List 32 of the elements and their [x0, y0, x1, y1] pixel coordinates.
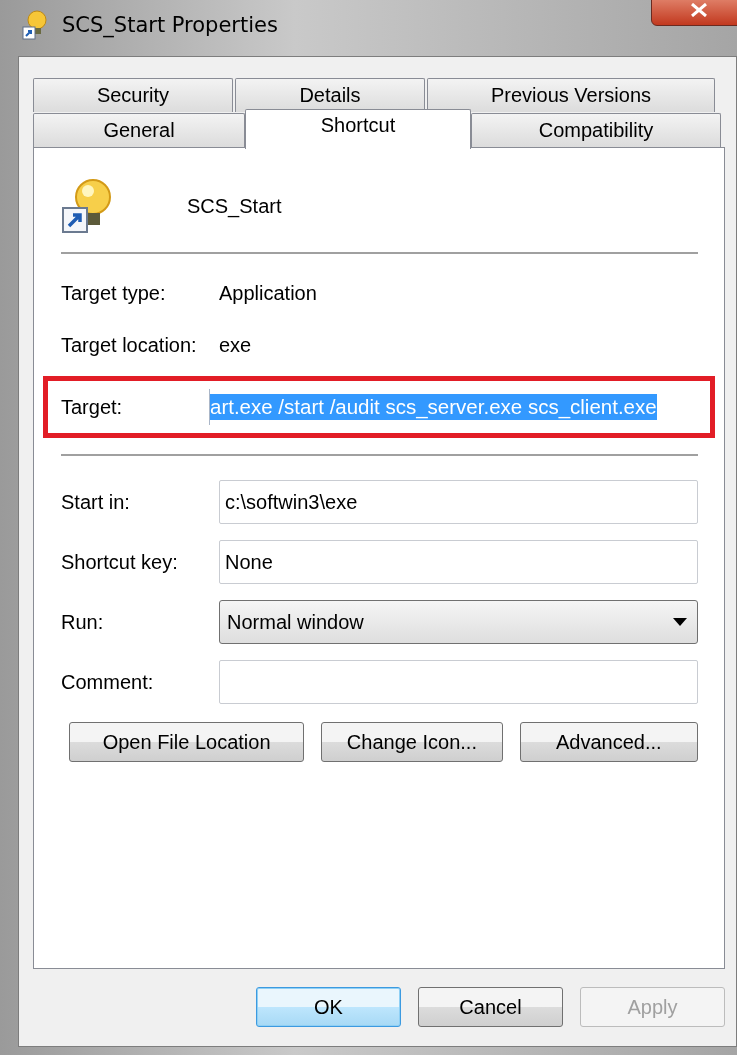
action-button[interactable]: Advanced... — [519, 722, 698, 762]
tab[interactable]: Previous Versions — [427, 78, 715, 112]
input-field[interactable]: c:\softwin3\exe — [219, 480, 698, 524]
tab[interactable]: General — [33, 113, 245, 147]
close-icon — [690, 3, 708, 17]
tab[interactable]: Security — [33, 78, 233, 112]
dialog-button[interactable]: OK — [256, 987, 401, 1027]
tab[interactable]: Shortcut — [245, 109, 471, 149]
field-label: Run: — [61, 610, 105, 634]
field-label: Shortcut key: — [61, 550, 179, 574]
lightbulb-shortcut-icon — [61, 177, 113, 235]
dialog-button[interactable]: Cancel — [418, 987, 563, 1027]
input-field[interactable]: None — [219, 540, 698, 584]
caret-icon — [673, 618, 687, 626]
action-button[interactable]: Change Icon... — [321, 722, 503, 762]
close-button[interactable] — [651, 0, 737, 26]
target-text: art.exe /start /audit scs_server.exe scs_client.exe — [210, 394, 657, 420]
field-label: Target type: — [61, 281, 167, 305]
field-label: Start in: — [61, 490, 131, 514]
dropdown[interactable]: Normal window — [219, 600, 698, 644]
tab[interactable]: Details — [235, 78, 425, 112]
tab[interactable]: Compatibility — [471, 113, 721, 147]
field-value: exe — [219, 333, 253, 357]
action-button[interactable]: Open File Location — [69, 722, 305, 762]
field-label: Comment: — [61, 670, 155, 694]
lightbulb-shortcut-icon — [22, 10, 48, 40]
input-field[interactable] — [219, 660, 698, 704]
field-label: Target: — [61, 395, 124, 419]
shortcut-name: SCS_Start — [187, 194, 282, 218]
field-value: Application — [219, 281, 318, 305]
window-title: SCS_Start Properties — [62, 13, 278, 37]
field-label: Target location: — [61, 333, 198, 357]
